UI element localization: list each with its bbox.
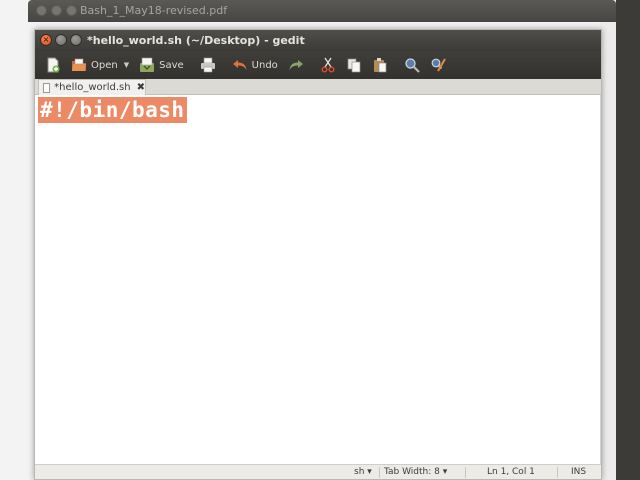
find-button[interactable] (399, 53, 425, 77)
gedit-window: × *hello_world.sh (~/Desktop) - gedit Op… (34, 29, 602, 480)
toolbar: Open ▼ Save Undo (35, 51, 601, 79)
print-button[interactable] (195, 53, 221, 77)
undo-button-label: Undo (251, 59, 278, 71)
status-divider (379, 467, 380, 478)
selected-code-line[interactable]: #!/bin/bash (38, 97, 187, 123)
tab-width-selector[interactable]: Tab Width: 8 ▾ (384, 467, 447, 477)
tab-width-label: Tab Width: 8 (384, 467, 440, 477)
close-tab-icon[interactable]: ✖ (137, 82, 145, 93)
document-icon (43, 82, 51, 93)
status-divider (557, 467, 558, 478)
titlebar[interactable]: × *hello_world.sh (~/Desktop) - gedit (35, 30, 601, 51)
background-titlebar: Bash_1_May18-revised.pdf (28, 0, 616, 22)
language-label: sh (354, 467, 365, 477)
open-button[interactable]: Open ▼ (66, 53, 134, 77)
open-folder-icon (72, 58, 86, 71)
find-replace-button[interactable] (425, 53, 451, 77)
copy-button[interactable] (341, 53, 367, 77)
new-document-button[interactable] (40, 53, 66, 77)
close-window-button[interactable]: × (40, 34, 52, 46)
open-button-label: Open (91, 59, 118, 71)
paste-button[interactable] (367, 53, 393, 77)
tab-label: *hello_world.sh (54, 82, 131, 93)
maximize-window-button[interactable] (70, 34, 82, 46)
tab-bar: *hello_world.sh ✖ (35, 79, 601, 95)
undo-icon (232, 60, 247, 70)
window-title: *hello_world.sh (~/Desktop) - gedit (87, 34, 305, 47)
minimize-window-button[interactable] (55, 34, 67, 46)
background-edge (600, 22, 616, 480)
open-recent-dropdown-icon[interactable]: ▼ (124, 61, 129, 69)
status-bar: sh ▾ Tab Width: 8 ▾ Ln 1, Col 1 INS (35, 464, 601, 479)
save-icon (140, 57, 155, 72)
scissors-icon (321, 57, 335, 73)
copy-icon (347, 58, 361, 73)
text-editor-area[interactable]: #!/bin/bash (35, 95, 601, 464)
new-document-icon (47, 57, 60, 73)
save-button-label: Save (159, 59, 184, 71)
paste-icon (373, 58, 387, 73)
language-selector[interactable]: sh ▾ (354, 467, 372, 477)
redo-icon (289, 60, 303, 70)
redo-button[interactable] (283, 53, 309, 77)
insert-mode: INS (571, 467, 587, 477)
desktop-edge (616, 0, 640, 480)
status-divider (465, 467, 466, 478)
bg-minimize-icon[interactable] (51, 5, 62, 16)
window-controls: × (40, 34, 82, 46)
save-button[interactable]: Save (134, 53, 189, 77)
background-window-title: Bash_1_May18-revised.pdf (80, 4, 228, 17)
cursor-position: Ln 1, Col 1 (487, 467, 535, 477)
background-window-controls (36, 5, 77, 16)
find-replace-icon (431, 58, 446, 72)
printer-icon (200, 57, 215, 73)
cut-button[interactable] (315, 53, 341, 77)
search-icon (405, 58, 420, 73)
bg-maximize-icon[interactable] (66, 5, 77, 16)
tab-hello-world[interactable]: *hello_world.sh ✖ (38, 79, 146, 95)
bg-close-icon[interactable] (36, 5, 47, 16)
undo-button[interactable]: Undo (227, 53, 283, 77)
